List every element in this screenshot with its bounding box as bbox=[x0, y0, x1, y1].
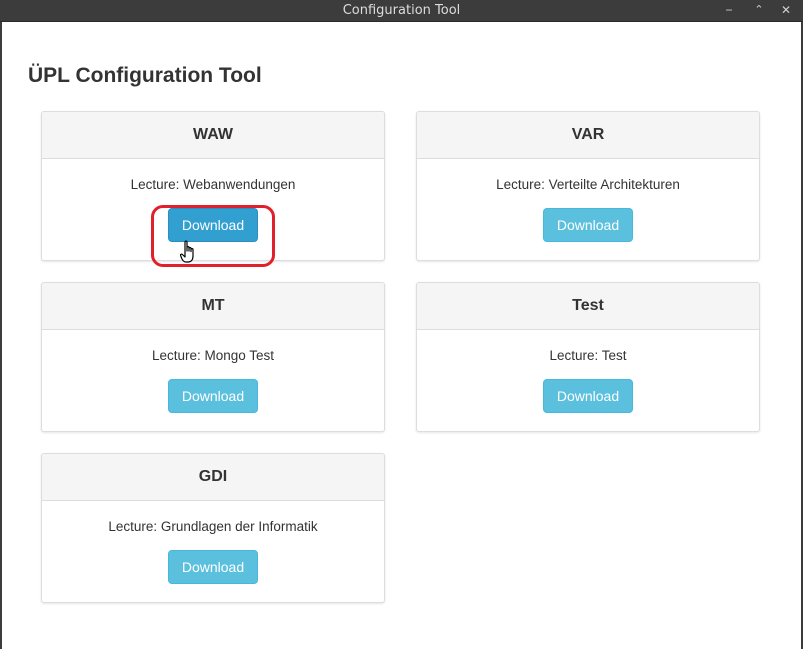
course-card-gdi: GDI Lecture: Grundlagen der Informatik D… bbox=[41, 453, 385, 603]
download-button-var[interactable]: Download bbox=[543, 208, 633, 242]
card-header: MT bbox=[42, 283, 384, 330]
course-card-mt: MT Lecture: Mongo Test Download bbox=[41, 282, 385, 432]
download-button-mt[interactable]: Download bbox=[168, 379, 258, 413]
window-titlebar[interactable]: Configuration Tool − ⌃ ✕ bbox=[0, 0, 803, 22]
app-window: Configuration Tool − ⌃ ✕ ÜPL Configurati… bbox=[0, 0, 803, 649]
page-title: ÜPL Configuration Tool bbox=[28, 64, 262, 87]
minimize-icon[interactable]: − bbox=[718, 0, 740, 22]
card-lecture: Lecture: Grundlagen der Informatik bbox=[108, 519, 318, 534]
course-card-test: Test Lecture: Test Download bbox=[416, 282, 760, 432]
maximize-icon[interactable]: ⌃ bbox=[748, 0, 770, 22]
card-lecture: Lecture: Test bbox=[549, 348, 627, 363]
card-lecture: Lecture: Webanwendungen bbox=[130, 177, 296, 192]
download-button-test[interactable]: Download bbox=[543, 379, 633, 413]
close-icon[interactable]: ✕ bbox=[775, 0, 797, 22]
download-button-gdi[interactable]: Download bbox=[168, 550, 258, 584]
card-lecture: Lecture: Verteilte Architekturen bbox=[496, 177, 680, 192]
card-header: WAW bbox=[42, 112, 384, 159]
card-header: Test bbox=[417, 283, 759, 330]
course-card-waw: WAW Lecture: Webanwendungen Download bbox=[41, 111, 385, 261]
card-header: VAR bbox=[417, 112, 759, 159]
download-button-waw[interactable]: Download bbox=[168, 208, 258, 242]
card-header: GDI bbox=[42, 454, 384, 501]
course-card-var: VAR Lecture: Verteilte Architekturen Dow… bbox=[416, 111, 760, 261]
card-lecture: Lecture: Mongo Test bbox=[151, 348, 275, 363]
window-title: Configuration Tool bbox=[342, 3, 461, 18]
